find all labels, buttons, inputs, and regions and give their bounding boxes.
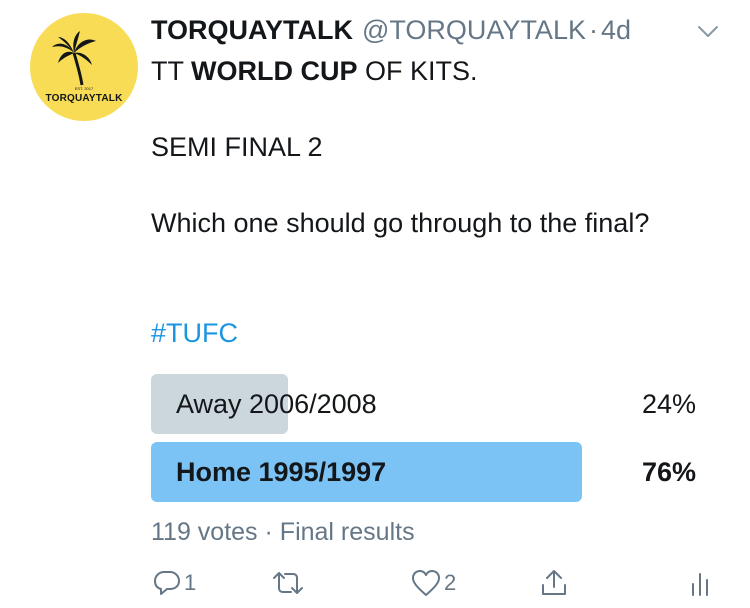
line1-prefix: TT <box>151 56 191 86</box>
tweet-header: TORQUAYTALK @TORQUAYTALK · 4d <box>151 10 631 50</box>
avatar[interactable]: EST. 2017 TORQUAYTALK <box>30 13 138 121</box>
avatar-brand-text: TORQUAYTALK <box>45 93 123 104</box>
share-button[interactable] <box>539 566 569 600</box>
like-icon <box>412 570 440 596</box>
palm-tree-logo <box>52 31 96 86</box>
meta-separator: · <box>264 518 273 546</box>
like-count: 2 <box>444 570 457 595</box>
poll-status: Final results <box>279 518 415 546</box>
poll-option-1: Away 2006/2008 24% <box>151 374 696 434</box>
retweet-button[interactable] <box>271 566 307 600</box>
reply-button[interactable]: 1 <box>152 566 196 600</box>
share-icon <box>542 570 566 595</box>
poll-option-label: Home 1995/1997 <box>176 457 387 487</box>
poll-option-2: Home 1995/1997 76% <box>151 442 696 502</box>
poll-meta: 119 votes · Final results <box>151 518 415 547</box>
reply-count: 1 <box>184 570 197 595</box>
line1-suffix: OF KITS. <box>357 56 478 86</box>
vote-count: 119 votes <box>151 518 258 546</box>
header-separator: · <box>588 14 598 45</box>
analytics-button[interactable] <box>688 566 712 600</box>
tweet-text-line2: SEMI FINAL 2 <box>151 132 323 162</box>
chevron-down-icon[interactable] <box>695 18 721 44</box>
display-name[interactable]: TORQUAYTALK <box>151 15 353 46</box>
poll-option-percent: 24% <box>641 389 696 419</box>
analytics-icon <box>692 573 708 596</box>
hashtag-link[interactable]: #TUFC <box>151 318 238 349</box>
like-button[interactable]: 2 <box>410 566 456 600</box>
handle[interactable]: @TORQUAYTALK <box>362 15 586 46</box>
timestamp[interactable]: 4d <box>601 15 631 46</box>
reply-icon <box>154 571 180 595</box>
tweet-text-line1: TT WORLD CUP OF KITS. <box>151 52 478 91</box>
line1-bold: WORLD CUP <box>191 56 358 86</box>
poll-option-percent: 76% <box>641 457 696 487</box>
poll-option-label: Away 2006/2008 <box>176 389 377 419</box>
avatar-est-text: EST. 2017 <box>74 86 94 91</box>
tweet-text-line3: Which one should go through to the final… <box>151 208 650 238</box>
retweet-icon <box>273 572 303 594</box>
